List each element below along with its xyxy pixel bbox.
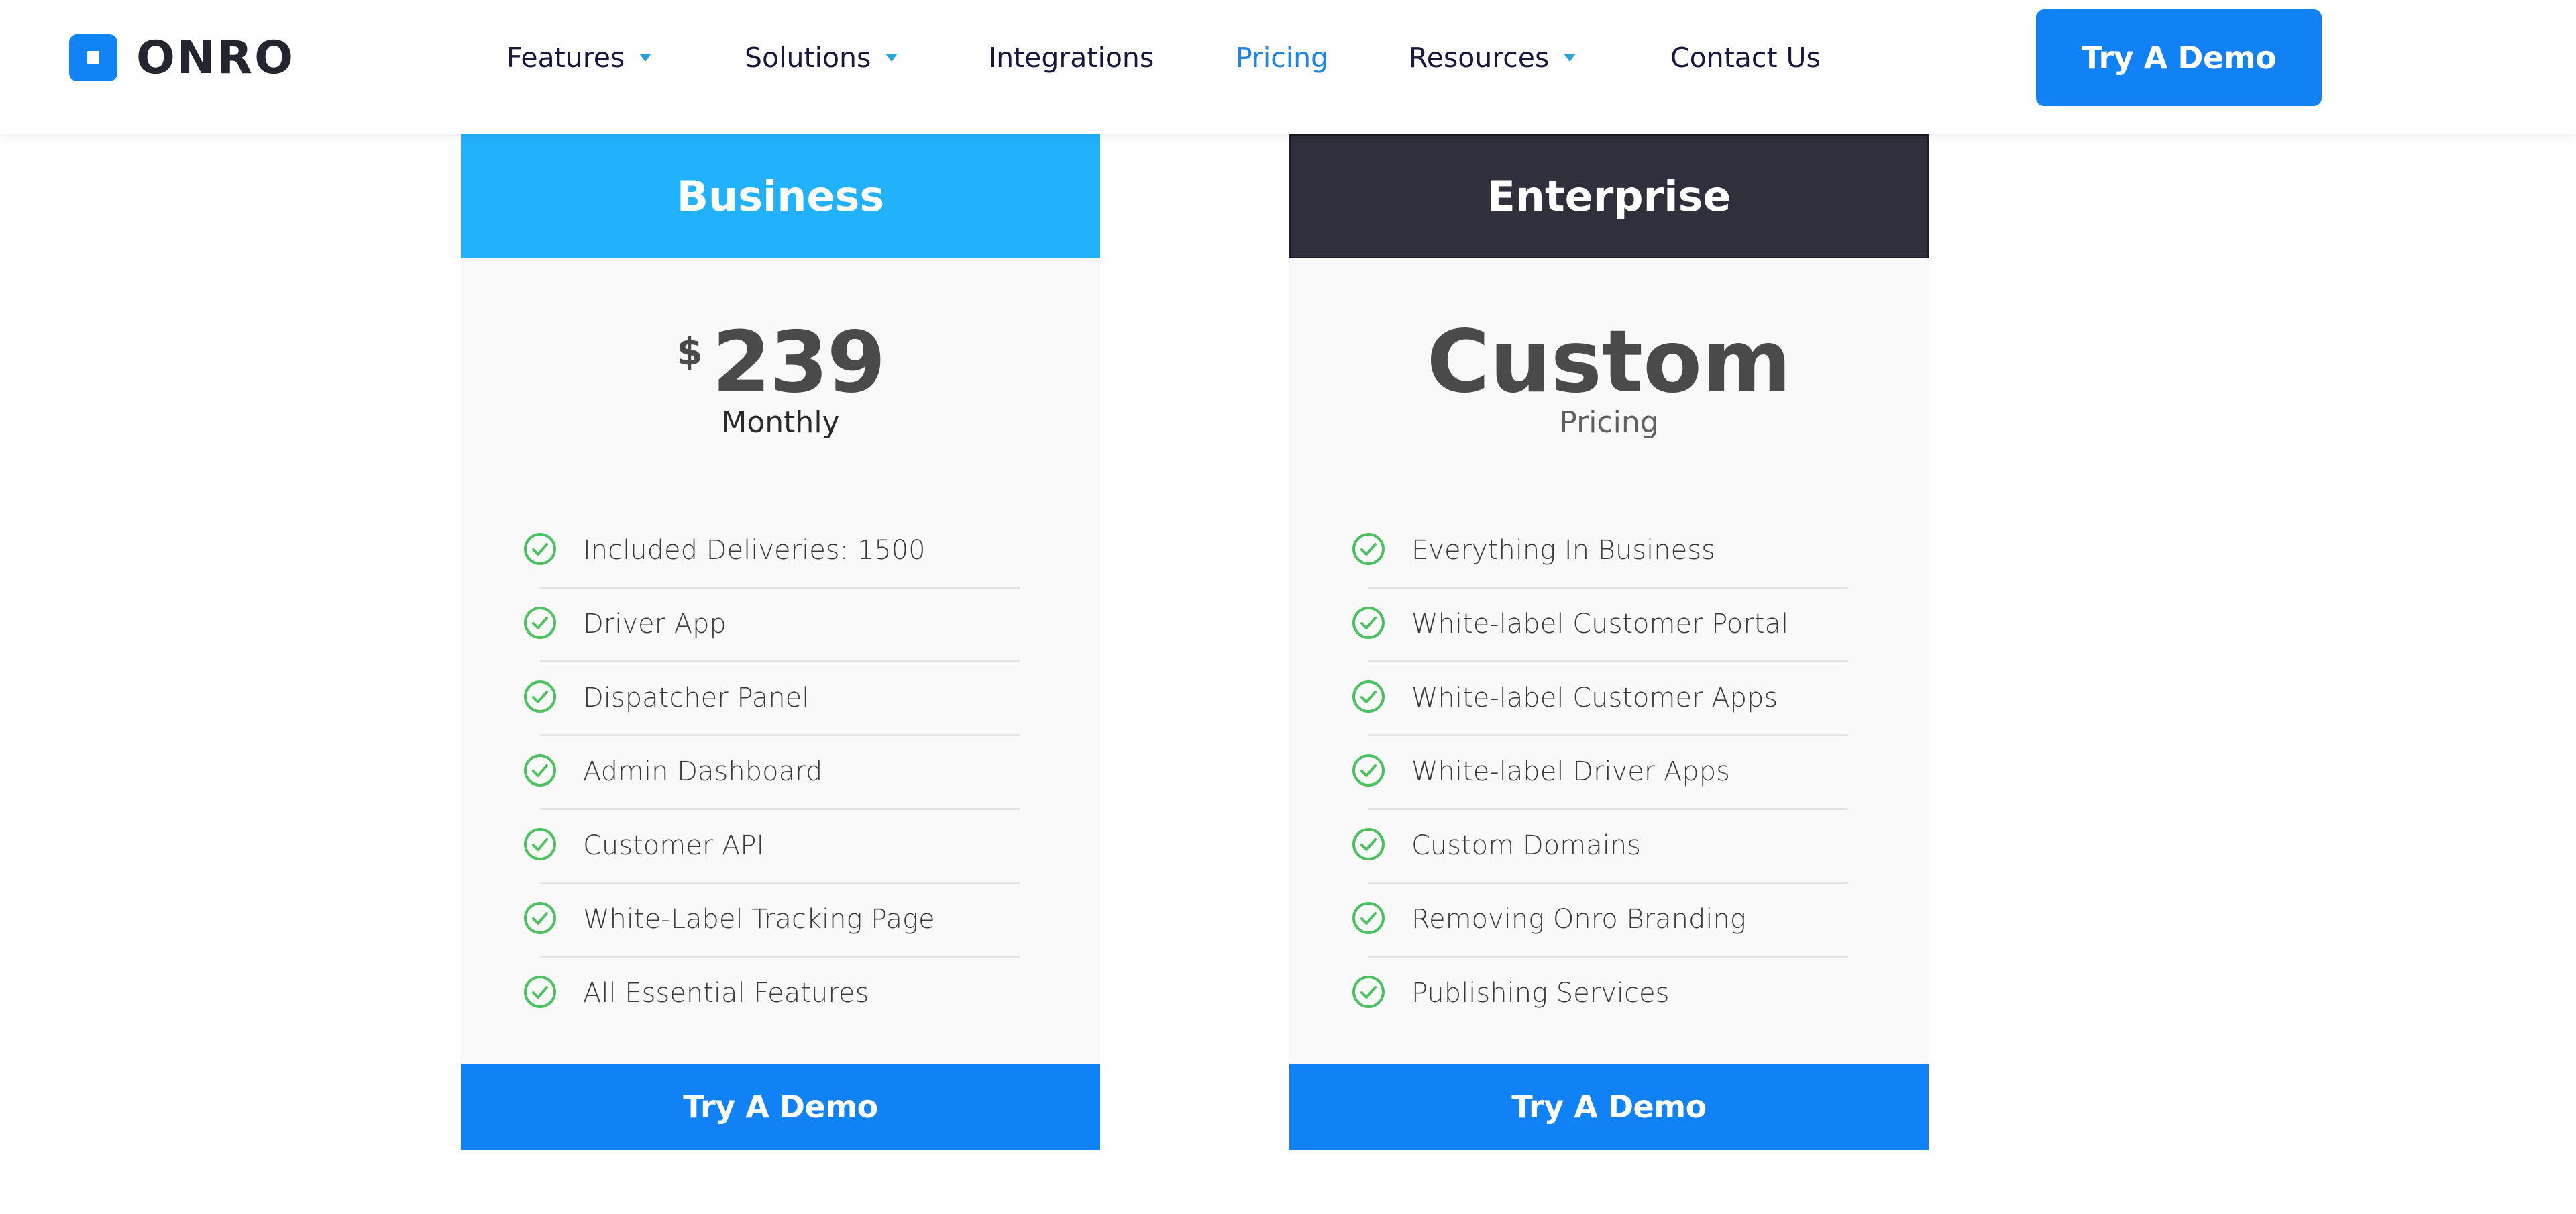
feature-item: Publishing Services [1289, 956, 1929, 1030]
price-period: Pricing [1559, 405, 1659, 440]
feature-item: White-label Driver Apps [1289, 735, 1929, 810]
nav-label: Integrations [988, 42, 1155, 74]
feature-item: Customer API [461, 809, 1100, 884]
check-circle-icon [1352, 828, 1385, 860]
plan-card-enterprise: Enterprise Custom Pricing Everything In … [1289, 134, 1929, 1150]
feature-text: Removing Onro Branding [1411, 904, 1746, 935]
check-circle-icon [524, 680, 556, 713]
feature-text: Everything In Business [1411, 535, 1715, 566]
nav-item-features[interactable]: Features [506, 39, 652, 77]
feature-list: Included Deliveries: 1500 Driver App Dispa… [461, 513, 1100, 1030]
feature-text: Publishing Services [1411, 978, 1670, 1009]
feature-text: Dispatcher Panel [583, 682, 810, 713]
caret-down-icon [639, 54, 652, 62]
feature-text: White-Label Tracking Page [583, 904, 935, 935]
nav-item-contact-us[interactable]: Contact Us [1670, 39, 1821, 77]
logo-mark-icon [69, 34, 117, 81]
site-header: ONRO Features Solutions Integrations Pri… [0, 0, 2576, 134]
nav-label: Resources [1409, 42, 1550, 74]
nav-item-integrations[interactable]: Integrations [988, 39, 1154, 77]
plan-name: Enterprise [1487, 172, 1731, 221]
feature-text: Driver App [583, 609, 727, 640]
header-try-demo-button[interactable]: Try A Demo [2036, 9, 2322, 106]
check-circle-icon [1352, 976, 1385, 1008]
caret-down-icon [885, 54, 898, 62]
check-circle-icon [524, 976, 556, 1008]
feature-item: Included Deliveries: 1500 [461, 513, 1100, 589]
check-circle-icon [524, 902, 556, 934]
caret-down-icon [1564, 54, 1576, 62]
feature-text: White-label Customer Apps [1411, 682, 1778, 713]
nav-label: Features [506, 42, 625, 74]
check-circle-icon [1352, 754, 1385, 787]
check-circle-icon [1352, 607, 1385, 639]
feature-item: All Essential Features [461, 956, 1100, 1030]
feature-item: Custom Domains [1289, 809, 1929, 884]
check-circle-icon [1352, 902, 1385, 934]
feature-text: White-label Driver Apps [1411, 756, 1730, 787]
check-circle-icon [524, 533, 556, 565]
brand-logo[interactable]: ONRO [69, 31, 295, 85]
plan-try-demo-button[interactable]: Try A Demo [1289, 1064, 1929, 1150]
brand-name: ONRO [136, 31, 295, 85]
check-circle-icon [1352, 680, 1385, 713]
check-circle-icon [524, 754, 556, 787]
nav-label: Pricing [1236, 42, 1329, 74]
check-circle-icon [524, 607, 556, 639]
feature-text: White-label Customer Portal [1411, 609, 1789, 640]
feature-item: White-Label Tracking Page [461, 882, 1100, 958]
plan-header: Business [461, 134, 1100, 258]
feature-list: Everything In Business White-label Custom… [1289, 513, 1929, 1030]
plan-header: Enterprise [1289, 134, 1929, 258]
feature-item: White-label Customer Apps [1289, 661, 1929, 736]
feature-item: Everything In Business [1289, 513, 1929, 589]
feature-text: Included Deliveries: 1500 [583, 535, 926, 566]
nav-label: Solutions [745, 42, 871, 74]
feature-item: Admin Dashboard [461, 735, 1100, 810]
plan-try-demo-button[interactable]: Try A Demo [461, 1064, 1100, 1150]
feature-text: All Essential Features [583, 978, 869, 1009]
price-amount: Custom [1426, 312, 1792, 412]
check-circle-icon [1352, 533, 1385, 565]
feature-item: Driver App [461, 587, 1100, 662]
price-block: $ 239 Monthly [461, 315, 1100, 440]
check-circle-icon [524, 828, 556, 860]
plan-name: Business [676, 172, 885, 221]
price-amount: 239 [712, 313, 885, 411]
feature-item: White-label Customer Portal [1289, 587, 1929, 662]
price-block: Custom Pricing [1289, 315, 1929, 440]
feature-text: Admin Dashboard [583, 756, 823, 787]
nav-item-pricing[interactable]: Pricing [1236, 39, 1328, 77]
nav-label: Contact Us [1670, 42, 1821, 74]
price-currency: $ [676, 330, 703, 374]
feature-text: Custom Domains [1411, 830, 1642, 861]
price-period: Monthly [721, 405, 840, 440]
feature-text: Customer API [583, 830, 765, 861]
feature-item: Dispatcher Panel [461, 661, 1100, 736]
nav-item-resources[interactable]: Resources [1409, 39, 1576, 77]
nav-item-solutions[interactable]: Solutions [745, 39, 898, 77]
plan-card-business: Business $ 239 Monthly Included Deliveri… [461, 134, 1100, 1150]
feature-item: Removing Onro Branding [1289, 882, 1929, 958]
